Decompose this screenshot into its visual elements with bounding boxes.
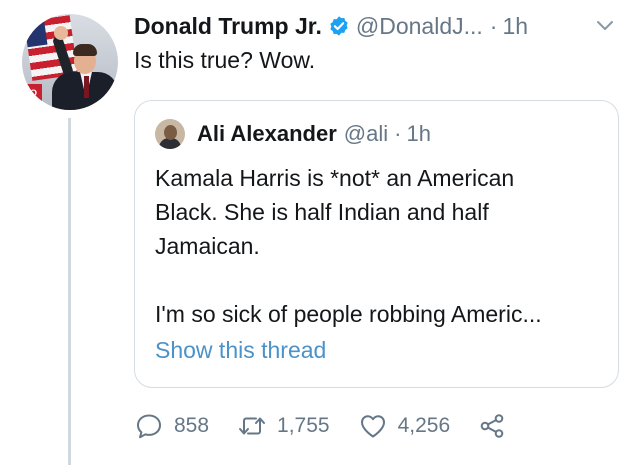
tweet-header: Donald Trump Jr. @DonaldJ... · 1h [134, 12, 528, 40]
heart-icon [360, 415, 385, 438]
avatar-hair-graphic [73, 44, 97, 56]
quoted-tweet-header: Ali Alexander @ali · 1h [155, 119, 431, 149]
quoted-author-name: Ali Alexander [197, 121, 337, 146]
like-count: 4,256 [397, 414, 451, 437]
thread-line [68, 118, 71, 465]
quoted-tweet-card[interactable]: Ali Alexander @ali · 1h Kamala Harris is… [134, 100, 619, 388]
chevron-down-icon[interactable] [596, 20, 614, 32]
avatar-tie-graphic [84, 76, 89, 98]
quoted-avatar-head-graphic [164, 125, 177, 140]
tweet-timestamp[interactable]: 1h [502, 13, 528, 40]
quoted-text-line: Jamaican. [155, 233, 260, 259]
reply-count: 858 [174, 414, 210, 437]
avatar-hand-graphic [54, 26, 68, 40]
reply-button[interactable]: 858 [134, 411, 209, 441]
quoted-tweet-timestamp: 1h [406, 121, 431, 146]
share-icon [480, 414, 504, 438]
retweet-count: 1,755 [277, 414, 330, 437]
header-separator: · [489, 12, 498, 39]
reply-icon [137, 414, 161, 439]
show-thread-link[interactable]: Show this thread [155, 337, 326, 364]
quoted-tweet-text: Kamala Harris is *not* an American Black… [155, 161, 605, 331]
tweet-actions: 858 1,755 4,256 [134, 408, 534, 444]
quoted-text-line: Kamala Harris is *not* an American [155, 165, 515, 191]
retweet-icon [239, 417, 266, 435]
quoted-author-avatar [155, 119, 185, 149]
avatar-banner-text: YO [22, 84, 42, 102]
author-handle[interactable]: @DonaldJ... [356, 13, 483, 40]
quoted-text-line: I'm so sick of people robbing Americ... [155, 301, 542, 327]
tweet-text: Is this true? Wow. [134, 47, 316, 73]
quoted-header-separator: · [394, 121, 402, 146]
quoted-text-line: Black. She is half Indian and half [155, 199, 489, 225]
verified-badge-icon [330, 16, 348, 36]
author-name[interactable]: Donald Trump Jr. [134, 13, 322, 40]
share-button[interactable] [478, 412, 506, 440]
quoted-author-handle: @ali [343, 121, 389, 146]
like-button[interactable]: 4,256 [358, 411, 451, 441]
retweet-button[interactable]: 1,755 [237, 411, 330, 441]
author-avatar[interactable]: YO [22, 14, 118, 110]
